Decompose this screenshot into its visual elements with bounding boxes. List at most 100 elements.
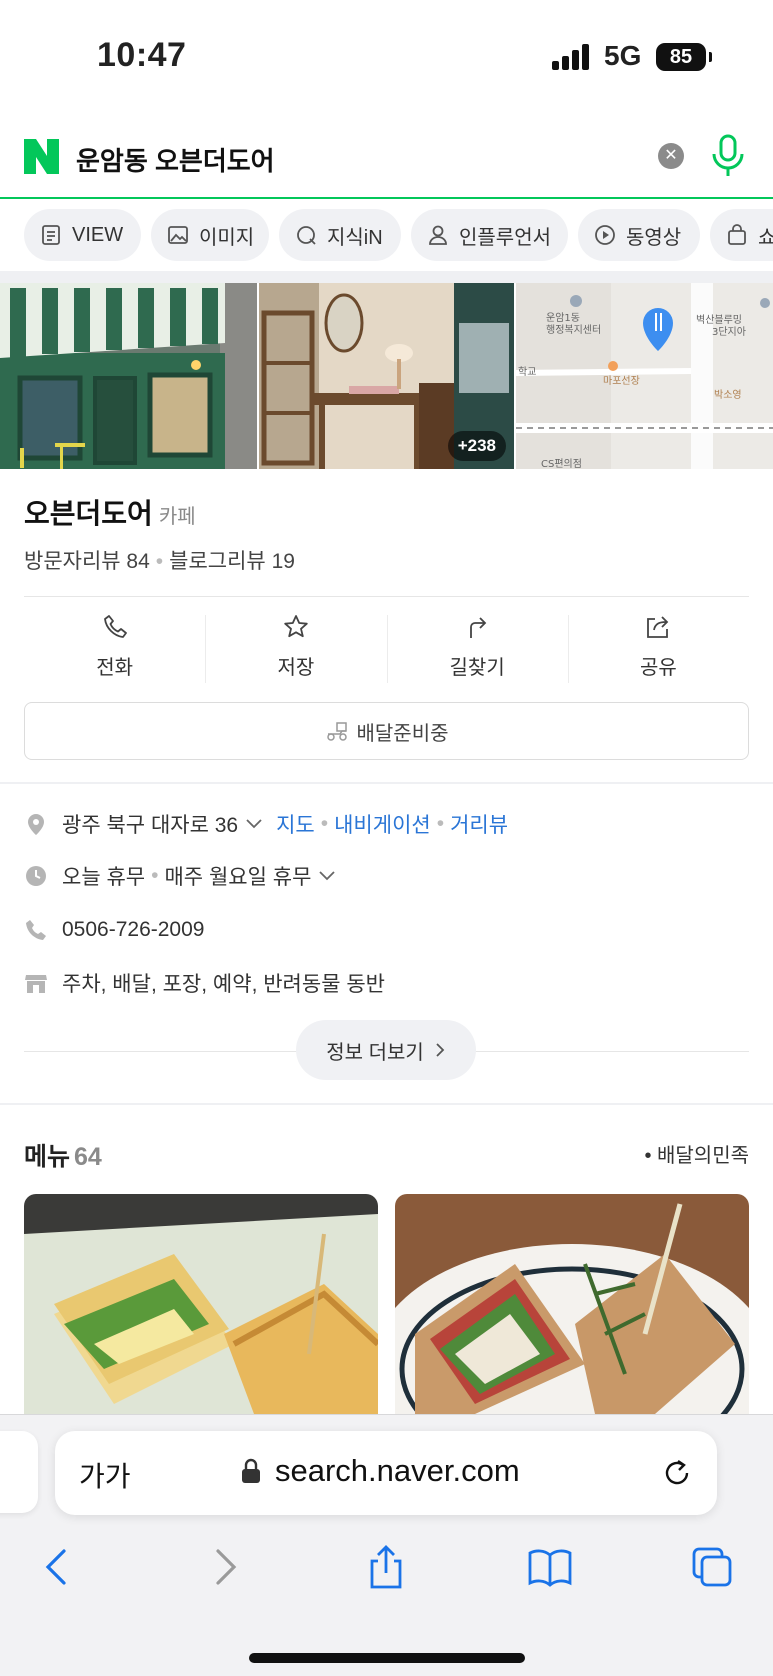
call-button[interactable]: 전화 — [24, 613, 205, 685]
qa-icon — [297, 226, 316, 245]
document-icon — [42, 225, 60, 245]
back-icon[interactable] — [36, 1545, 80, 1589]
tab-label: VIEW — [72, 223, 124, 246]
microphone-icon[interactable] — [710, 134, 746, 178]
bookmarks-icon[interactable] — [528, 1545, 572, 1589]
phone-row[interactable]: 0506-726-2009 — [24, 915, 204, 945]
separator-dot: • — [320, 812, 329, 835]
battery-icon: 85 — [656, 43, 712, 71]
tab-label: 이미지 — [199, 226, 255, 249]
svg-text:행정복지센터: 행정복지센터 — [546, 324, 601, 336]
share-icon — [647, 616, 669, 638]
search-category-tabs: VIEW 이미지 지식iN 인플루언서 동영상 쇼 — [0, 201, 773, 271]
menu-count: 64 — [74, 1143, 102, 1171]
location-pin-icon — [28, 814, 44, 835]
navigation-link[interactable]: 내비게이션 — [334, 809, 431, 839]
tabs-icon[interactable] — [690, 1545, 734, 1589]
divider — [24, 596, 749, 597]
menu-title: 메뉴 — [24, 1143, 71, 1171]
directions-icon — [470, 617, 487, 638]
svg-text:3단지아: 3단지아 — [712, 326, 746, 338]
phone-icon — [103, 615, 127, 638]
lock-icon — [242, 1458, 260, 1483]
clear-search-icon[interactable]: ✕ — [658, 143, 684, 169]
section-divider — [0, 1103, 773, 1105]
action-label: 길찾기 — [449, 657, 505, 679]
shopping-bag-icon — [728, 224, 746, 245]
image-icon — [168, 226, 188, 244]
chevron-down-icon[interactable] — [246, 819, 262, 829]
clock-icon — [26, 866, 46, 886]
browser-nav-bar — [0, 1535, 773, 1605]
naver-logo-icon[interactable] — [24, 139, 59, 174]
sandwich-image — [24, 1194, 378, 1414]
photo-count-badge[interactable]: +238 — [447, 431, 506, 461]
street-view-link[interactable]: 거리뷰 — [450, 809, 508, 839]
separator-dot: • — [436, 812, 445, 835]
save-button[interactable]: 저장 — [205, 613, 386, 685]
tab-label: 지식iN — [327, 226, 383, 249]
tab-kin[interactable]: 지식iN — [279, 209, 401, 261]
forward-icon[interactable] — [202, 1545, 246, 1589]
more-info-button[interactable]: 정보 더보기 — [296, 1020, 476, 1080]
menu-item-photo[interactable] — [395, 1194, 749, 1414]
menu-item-photo[interactable] — [24, 1194, 378, 1414]
directions-button[interactable]: 길찾기 — [386, 613, 568, 685]
search-bar: 운암동 오븐더도어 ✕ — [0, 115, 773, 199]
reload-icon[interactable] — [661, 1457, 693, 1489]
map-image: 운암1동 행정복지센터 학교 마포선장 벽산블루밍 3단지아 박소영 CS편의점 — [516, 283, 773, 469]
amenities-row: 주차, 배달, 포장, 예약, 반려동물 동반 — [24, 968, 385, 998]
browser-toolbar: 가가 search.naver.com — [0, 1414, 773, 1676]
place-category: 카페 — [158, 506, 196, 528]
storefront-image — [0, 283, 257, 469]
status-bar: 10:47 5G 85 — [0, 0, 773, 115]
svg-text:박소영: 박소영 — [714, 389, 742, 401]
action-label: 전화 — [96, 657, 134, 679]
tab-label: 인플루언서 — [459, 226, 551, 249]
address-row: 광주 북구 대자로 36 지도 • 내비게이션 • 거리뷰 — [24, 809, 508, 839]
tab-shopping[interactable]: 쇼 — [710, 209, 773, 261]
tab-view[interactable]: VIEW — [24, 209, 141, 261]
url-display[interactable]: search.naver.com — [241, 1453, 520, 1489]
amenities-text: 주차, 배달, 포장, 예약, 반려동물 동반 — [62, 973, 385, 996]
section-divider — [0, 271, 773, 283]
review-summary: 방문자리뷰 84 • 블로그리뷰 19 — [24, 545, 295, 575]
separator-dot: • — [151, 864, 159, 887]
signal-strength-icon — [552, 44, 592, 70]
star-icon — [284, 615, 308, 638]
person-icon — [429, 225, 447, 245]
interior-photo[interactable]: +238 — [259, 283, 514, 469]
svg-text:마포선장: 마포선장 — [603, 375, 640, 387]
status-time: 10:47 — [97, 36, 187, 74]
menu-header: 메뉴 64 — [24, 1137, 102, 1173]
search-input[interactable]: 운암동 오븐더도어 — [76, 141, 275, 178]
address-text[interactable]: 광주 북구 대자로 36 — [62, 809, 238, 839]
storefront-photo[interactable] — [0, 283, 257, 469]
place-name[interactable]: 오븐더도어 — [24, 498, 153, 529]
visitor-reviews-link[interactable]: 방문자리뷰 84 — [24, 550, 150, 573]
tab-video[interactable]: 동영상 — [578, 209, 700, 261]
svg-text:운암1동: 운암1동 — [546, 312, 580, 324]
tab-image[interactable]: 이미지 — [151, 209, 269, 261]
store-icon — [25, 975, 47, 993]
tab-label: 쇼 — [758, 226, 773, 249]
more-info-section: 정보 더보기 — [24, 1020, 749, 1082]
action-label: 공유 — [639, 657, 677, 679]
svg-text:CS편의점: CS편의점 — [541, 458, 582, 469]
address-bar[interactable]: 가가 search.naver.com — [55, 1431, 717, 1515]
map-thumbnail[interactable]: 운암1동 행정복지센터 학교 마포선장 벽산블루밍 3단지아 박소영 CS편의점 — [516, 283, 773, 469]
text-size-button[interactable]: 가가 — [79, 1455, 131, 1495]
url-text: search.naver.com — [275, 1453, 520, 1488]
delivery-button[interactable]: 배달준비중 — [24, 702, 749, 760]
map-link[interactable]: 지도 — [276, 809, 315, 839]
share-icon[interactable] — [364, 1545, 408, 1589]
previous-tab-preview[interactable] — [0, 1431, 38, 1513]
chevron-right-icon — [436, 1043, 445, 1057]
play-icon — [595, 225, 615, 245]
hours-row[interactable]: 오늘 휴무 • 매주 월요일 휴무 — [24, 861, 336, 891]
tab-influencer[interactable]: 인플루언서 — [411, 209, 568, 261]
phone-number[interactable]: 0506-726-2009 — [62, 918, 204, 942]
share-button[interactable]: 공유 — [567, 613, 749, 685]
chevron-down-icon[interactable] — [319, 871, 336, 881]
blog-reviews-link[interactable]: 블로그리뷰 19 — [169, 550, 295, 573]
